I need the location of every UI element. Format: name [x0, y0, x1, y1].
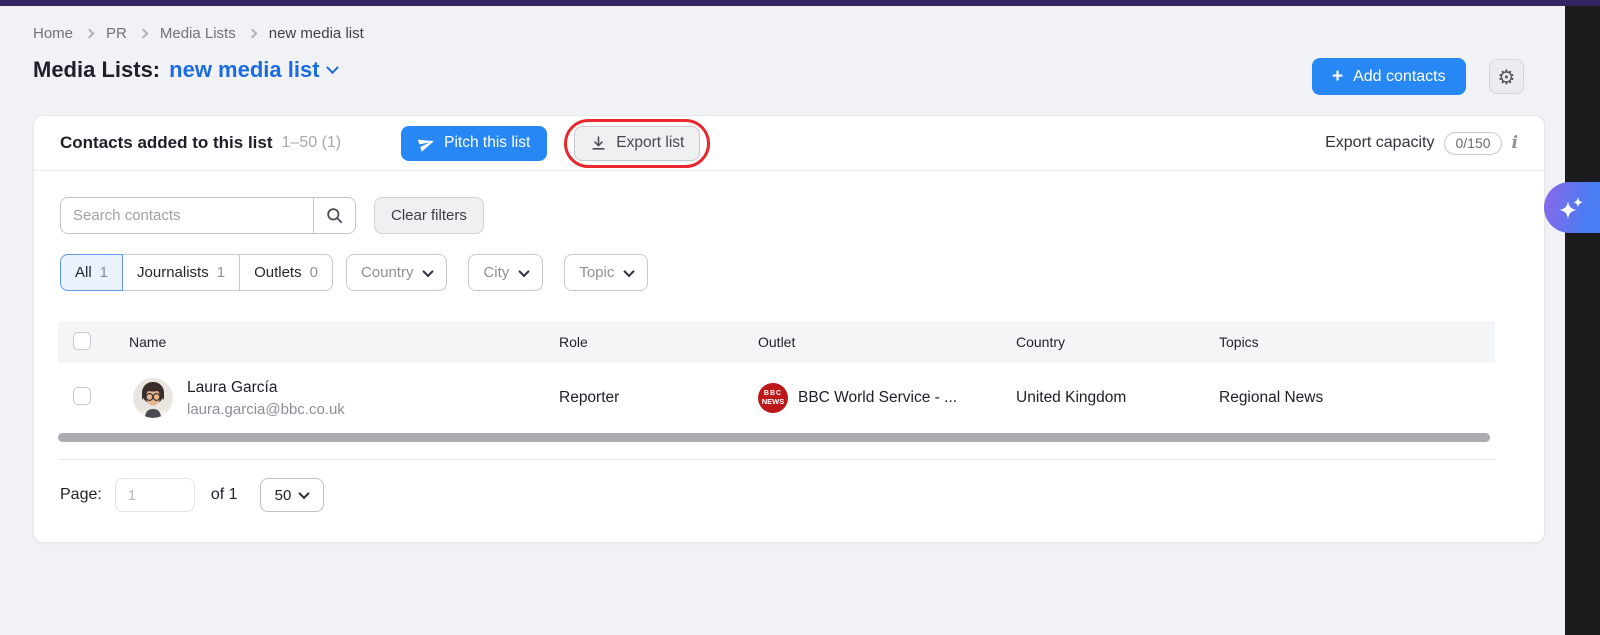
list-name-dropdown[interactable]: new media list — [169, 57, 336, 83]
export-list-label: Export list — [616, 134, 684, 152]
info-icon[interactable]: i — [1512, 133, 1518, 153]
pitch-list-button[interactable]: Pitch this list — [401, 126, 547, 161]
page-title: Media Lists: new media list — [33, 57, 337, 83]
table-header-row: Name Role Outlet Country Topics — [58, 321, 1495, 363]
row-checkbox[interactable] — [73, 387, 91, 405]
contact-country: United Kingdom — [1006, 389, 1211, 407]
page-total-label: of 1 — [211, 486, 238, 504]
breadcrumb-pr[interactable]: PR — [106, 25, 127, 42]
chevron-down-icon — [423, 265, 434, 276]
page-label: Page: — [60, 486, 102, 504]
clear-filters-button[interactable]: Clear filters — [374, 197, 484, 234]
card-header: Contacts added to this list 1–50 (1) Pit… — [34, 116, 1544, 171]
page-number-input[interactable] — [115, 478, 195, 512]
chevron-down-icon — [624, 265, 635, 276]
filter-tab-outlets-label: Outlets — [254, 264, 302, 281]
ai-assistant-button[interactable] — [1544, 182, 1600, 233]
contact-outlet: BBC World Service - ... — [798, 389, 957, 407]
export-capacity: Export capacity 0/150 i — [1325, 132, 1518, 155]
send-icon — [416, 132, 437, 153]
chevron-right-icon — [138, 29, 148, 39]
filter-tab-journalists-count: 1 — [217, 264, 225, 281]
search-input[interactable] — [61, 198, 313, 233]
column-header-role: Role — [546, 334, 746, 350]
contact-email: laura.garcia@bbc.co.uk — [187, 401, 345, 418]
filter-tab-journalists[interactable]: Journalists 1 — [122, 254, 240, 291]
plus-icon: + — [1332, 67, 1343, 86]
add-contacts-label: Add contacts — [1353, 68, 1446, 86]
contacts-range: 1–50 (1) — [282, 134, 342, 152]
add-contacts-button[interactable]: + Add contacts — [1312, 58, 1466, 95]
type-filter-group: All 1 Journalists 1 Outlets 0 — [60, 254, 333, 291]
breadcrumb-current: new media list — [269, 25, 364, 42]
export-annotation-highlight: Export list — [564, 119, 710, 168]
horizontal-scrollbar[interactable] — [58, 433, 1490, 442]
page-size-value: 50 — [275, 487, 292, 504]
chevron-right-icon — [247, 29, 257, 39]
column-header-country: Country — [1006, 334, 1211, 350]
chevron-down-icon — [326, 61, 339, 74]
filter-tab-all-label: All — [75, 264, 92, 281]
top-bar — [0, 0, 1600, 6]
filter-tab-all[interactable]: All 1 — [60, 254, 123, 291]
filter-tab-outlets[interactable]: Outlets 0 — [239, 254, 333, 291]
city-filter-label: City — [483, 264, 509, 281]
filter-tab-journalists-label: Journalists — [137, 264, 209, 281]
contacts-table: Name Role Outlet Country Topics — [58, 321, 1495, 460]
country-filter-dropdown[interactable]: Country — [346, 254, 448, 291]
column-header-outlet: Outlet — [746, 334, 1006, 350]
outlet-logo: BBC NEWS — [758, 383, 788, 413]
breadcrumb: Home PR Media Lists new media list — [33, 25, 364, 42]
search-row: Clear filters — [60, 197, 1518, 234]
topic-filter-dropdown[interactable]: Topic — [564, 254, 648, 291]
chevron-down-icon — [299, 488, 310, 499]
breadcrumb-home[interactable]: Home — [33, 25, 73, 42]
contact-role: Reporter — [546, 389, 746, 407]
search-icon — [325, 206, 344, 225]
table-row[interactable]: Laura García laura.garcia@bbc.co.uk Repo… — [58, 363, 1495, 433]
column-header-name: Name — [111, 334, 546, 350]
contact-topics: Regional News — [1211, 389, 1495, 407]
column-header-topics: Topics — [1211, 334, 1495, 350]
window-edge — [1565, 6, 1600, 635]
outlet-logo-text: NEWS — [762, 398, 785, 406]
export-capacity-badge: 0/150 — [1444, 132, 1501, 155]
country-filter-label: Country — [361, 264, 414, 281]
page-size-select[interactable]: 50 — [260, 478, 324, 512]
section-title: Contacts added to this list — [60, 133, 273, 153]
filter-tab-outlets-count: 0 — [310, 264, 318, 281]
gear-icon: ⚙ — [1498, 67, 1516, 87]
filter-tab-all-count: 1 — [100, 264, 108, 281]
select-all-checkbox[interactable] — [73, 332, 91, 350]
download-icon — [590, 135, 607, 152]
page-title-prefix: Media Lists: — [33, 57, 160, 83]
export-list-button[interactable]: Export list — [574, 126, 700, 161]
breadcrumb-media-lists[interactable]: Media Lists — [160, 25, 236, 42]
search-submit-button[interactable] — [313, 198, 355, 233]
search-box — [60, 197, 356, 234]
list-name-label: new media list — [169, 57, 319, 83]
contact-name: Laura García — [187, 379, 345, 397]
contacts-card: Contacts added to this list 1–50 (1) Pit… — [33, 115, 1545, 543]
pitch-list-label: Pitch this list — [444, 134, 530, 152]
chevron-down-icon — [519, 265, 530, 276]
settings-button[interactable]: ⚙ — [1489, 59, 1524, 94]
sparkles-icon — [1557, 193, 1587, 223]
topic-filter-label: Topic — [579, 264, 614, 281]
export-capacity-label: Export capacity — [1325, 134, 1434, 152]
filters-row: All 1 Journalists 1 Outlets 0 Country Ci… — [60, 254, 1518, 291]
chevron-right-icon — [85, 29, 95, 39]
pagination: Page: of 1 50 — [60, 478, 1518, 512]
contact-avatar — [133, 378, 173, 418]
city-filter-dropdown[interactable]: City — [468, 254, 543, 291]
